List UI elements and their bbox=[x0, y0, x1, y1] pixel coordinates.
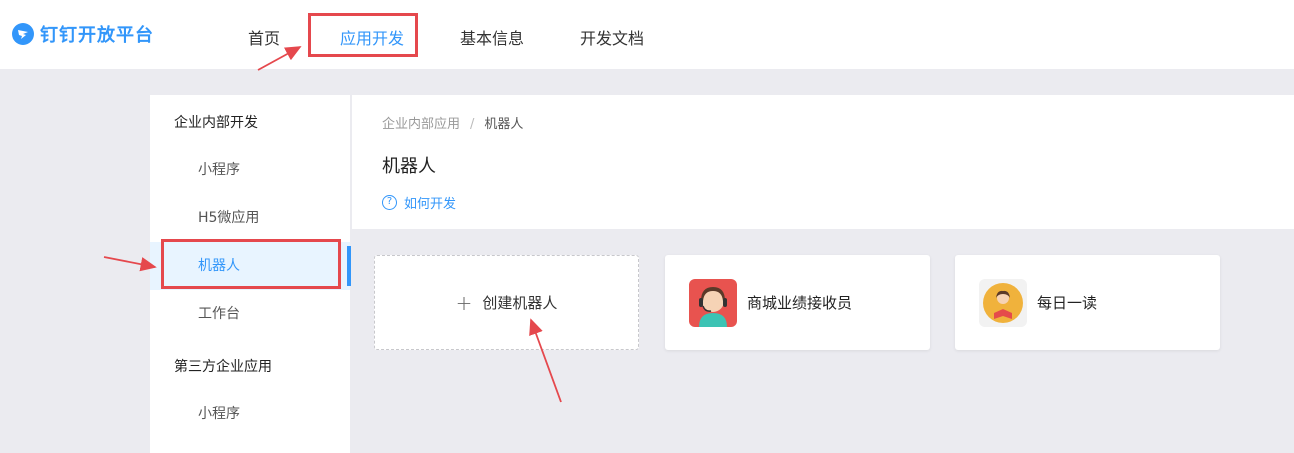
sidebar-item-h5-app[interactable]: H5微应用 bbox=[150, 194, 350, 242]
nav-dev-docs[interactable]: 开发文档 bbox=[580, 25, 644, 49]
question-circle-icon: ? bbox=[382, 195, 397, 210]
page-title: 机器人 bbox=[382, 156, 436, 177]
how-to-develop-link[interactable]: ? 如何开发 bbox=[382, 193, 456, 212]
reading-avatar-icon bbox=[979, 278, 1027, 327]
top-bar: 钉钉开放平台 首页 应用开发 基本信息 开发文档 bbox=[0, 0, 1294, 69]
highlight-box-robot bbox=[161, 239, 341, 289]
content-header: 企业内部应用 / 机器人 机器人 ? 如何开发 bbox=[352, 95, 1294, 229]
how-to-develop-label: 如何开发 bbox=[404, 197, 457, 212]
plus-icon: + bbox=[455, 290, 473, 315]
robot-name: 每日一读 bbox=[1037, 294, 1098, 312]
customer-service-avatar-icon bbox=[689, 278, 737, 327]
dingtalk-logo-icon bbox=[12, 23, 34, 45]
highlight-box-nav bbox=[308, 13, 418, 57]
robot-card-daily-reading[interactable]: 每日一读 bbox=[955, 255, 1220, 350]
nav-basic-info[interactable]: 基本信息 bbox=[460, 25, 524, 49]
robot-name: 商城业绩接收员 bbox=[747, 294, 853, 312]
create-robot-label: 创建机器人 bbox=[482, 294, 558, 312]
sidebar-group-third-party: 第三方企业应用 bbox=[174, 359, 272, 375]
sidebar-item-workbench[interactable]: 工作台 bbox=[150, 290, 350, 338]
sidebar-active-indicator bbox=[347, 246, 351, 286]
breadcrumb-separator: / bbox=[470, 117, 475, 132]
brand-logo[interactable]: 钉钉开放平台 bbox=[12, 21, 154, 47]
create-robot-card[interactable]: + 创建机器人 bbox=[374, 255, 639, 350]
sidebar-group-internal: 企业内部开发 bbox=[174, 115, 258, 131]
sidebar-item-mini-program[interactable]: 小程序 bbox=[150, 146, 350, 194]
sidebar-item-third-party-mini-program[interactable]: 小程序 bbox=[150, 390, 350, 438]
brand-name: 钉钉开放平台 bbox=[40, 25, 154, 46]
nav-home[interactable]: 首页 bbox=[248, 25, 280, 49]
breadcrumb-current: 机器人 bbox=[484, 117, 524, 132]
breadcrumb: 企业内部应用 / 机器人 bbox=[382, 113, 523, 132]
arrow-to-robot bbox=[103, 256, 157, 272]
robot-card-mall-performance[interactable]: 商城业绩接收员 bbox=[665, 255, 930, 350]
breadcrumb-parent[interactable]: 企业内部应用 bbox=[382, 117, 460, 132]
